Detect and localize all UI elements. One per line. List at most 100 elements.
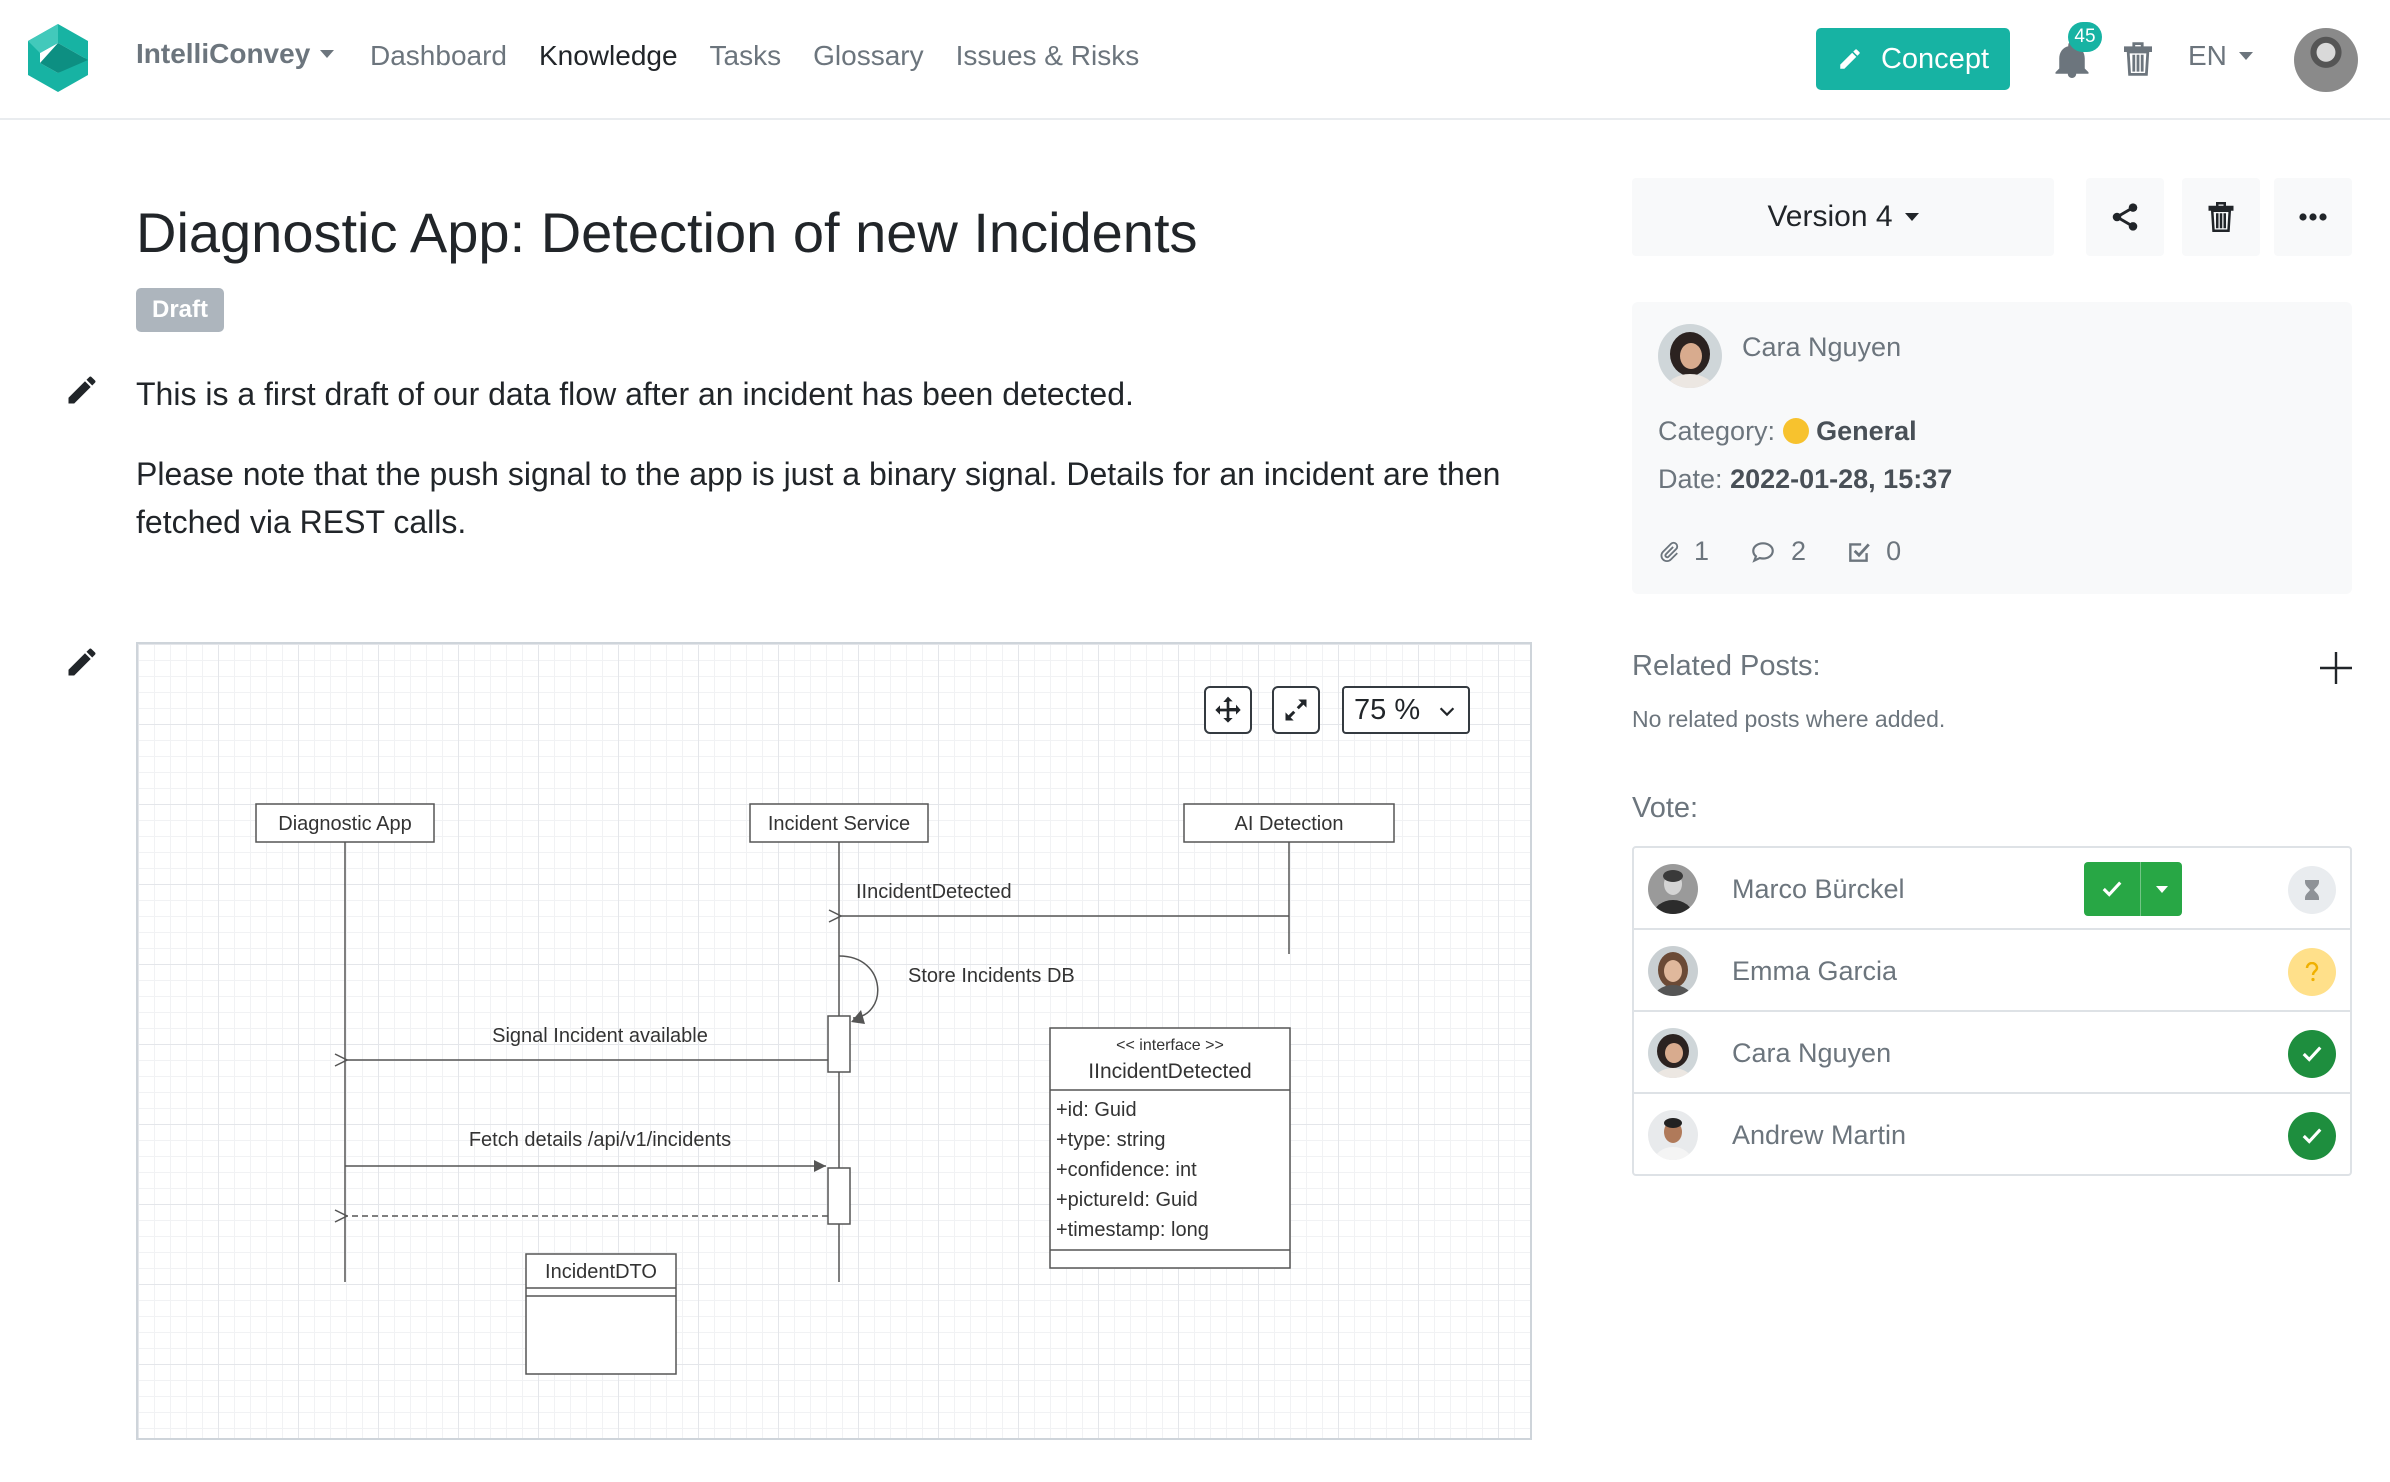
pencil-icon[interactable] (64, 372, 100, 408)
voter-name: Emma Garcia (1732, 956, 1898, 986)
author-avatar[interactable] (1658, 324, 1722, 388)
concept-button[interactable]: Concept (1816, 28, 2010, 90)
svg-text:+id: Guid: +id: Guid (1056, 1099, 1137, 1121)
plus-icon[interactable] (2318, 650, 2354, 686)
svg-text:<< interface >>: << interface >> (1116, 1037, 1224, 1054)
vote-options-toggle[interactable] (2140, 862, 2182, 916)
category-value: General (1816, 416, 1917, 446)
voter-avatar[interactable] (1648, 946, 1698, 996)
description-paragraph: This is a first draft of our data flow a… (136, 376, 1134, 412)
ellipsis-icon (2299, 213, 2327, 221)
more-options-button[interactable] (2274, 178, 2352, 256)
voter-avatar[interactable] (1648, 1028, 1698, 1078)
workspace-switcher[interactable]: IntelliConvey (136, 38, 335, 70)
incident-dto-class[interactable]: IncidentDTO (525, 1253, 677, 1375)
fullscreen-button[interactable] (1272, 686, 1320, 734)
description-paragraph: Please note that the push signal to the … (136, 456, 1501, 540)
smile-emoji-icon (1782, 418, 1809, 444)
status-badge: Draft (136, 288, 225, 332)
nav-dashboard[interactable]: Dashboard (370, 40, 507, 72)
vote-row: Andrew Martin (1634, 1094, 2350, 1174)
trash-icon[interactable] (2124, 42, 2152, 76)
message-store-incidents[interactable]: Store Incidents DB (838, 955, 1075, 1024)
lifeline-label: Incident Service (768, 813, 910, 835)
version-dropdown[interactable]: Version 4 (1632, 178, 2054, 256)
question-icon (2305, 962, 2319, 982)
message-signal-incident[interactable]: Signal Incident available (347, 1025, 828, 1060)
voter-name: Cara Nguyen (1732, 1038, 1892, 1068)
author-name[interactable]: Cara Nguyen (1742, 332, 1901, 363)
uml-drawing: Diagnostic App Incident Service AI Detec… (255, 803, 1395, 1375)
trash-icon (2208, 202, 2234, 232)
chevron-down-icon (2155, 885, 2168, 893)
nav-issues-risks[interactable]: Issues & Risks (956, 40, 1140, 72)
related-posts-empty: No related posts where added. (1632, 706, 1946, 732)
zoom-select[interactable]: 75 % (1342, 686, 1470, 734)
top-navbar: IntelliConvey Dashboard Knowledge Tasks … (0, 0, 2390, 120)
category-line: Category: General (1658, 416, 1917, 446)
vote-status-approved (2288, 1112, 2336, 1160)
pan-button[interactable] (1204, 686, 1252, 734)
move-icon (1215, 696, 1241, 723)
svg-text:IncidentDTO: IncidentDTO (545, 1261, 657, 1283)
sequence-diagram[interactable]: Diagnostic App Incident Service AI Detec… (136, 642, 1532, 1440)
lifeline-label: Diagnostic App (278, 813, 411, 835)
concept-label: Concept (1880, 42, 1989, 75)
message-fetch-details[interactable]: Fetch details /api/v1/incidents (345, 1129, 828, 1216)
language-code: EN (2188, 40, 2227, 71)
svg-text:+timestamp: long: +timestamp: long (1056, 1219, 1209, 1241)
check-icon (2102, 881, 2122, 897)
attachments-count[interactable]: 1 (1658, 536, 1709, 567)
chevron-down-icon (2238, 52, 2253, 60)
user-avatar[interactable] (2294, 28, 2358, 92)
checkbox-icon (1849, 542, 1870, 562)
related-posts-label: Related Posts: (1632, 650, 1821, 682)
pencil-icon (1840, 49, 1860, 69)
notification-badge: 45 (2068, 22, 2102, 52)
zoom-value: 75 % (1354, 693, 1421, 726)
share-icon (2112, 203, 2138, 231)
vote-status-unknown (2288, 948, 2336, 996)
voter-name: Andrew Martin (1732, 1120, 1907, 1150)
nav-knowledge[interactable]: Knowledge (539, 40, 678, 72)
vote-list: Marco Bürckel Emma Garcia Cara Nguyen An… (1632, 846, 2352, 1176)
pencil-icon[interactable] (64, 644, 100, 680)
language-selector[interactable]: EN (2188, 40, 2253, 72)
brand-name: IntelliConvey (136, 38, 311, 69)
voter-avatar[interactable] (1648, 864, 1698, 914)
vote-status-approved (2288, 1030, 2336, 1078)
hourglass-icon (2305, 880, 2319, 900)
intelliconvey-logo[interactable] (26, 22, 90, 94)
comments-count[interactable]: 2 (1749, 536, 1806, 567)
tasks-count[interactable]: 0 (1846, 536, 1901, 567)
main-nav: Dashboard Knowledge Tasks Glossary Issue… (370, 40, 1139, 72)
vote-approve-action[interactable] (2084, 862, 2140, 916)
delete-button[interactable] (2182, 178, 2260, 256)
chevron-down-icon (1904, 213, 1919, 221)
date-line: Date: 2022-01-28, 15:37 (1658, 464, 1953, 494)
chevron-down-icon (320, 50, 335, 58)
vote-row: Marco Bürckel (1634, 848, 2350, 930)
interface-class-box[interactable]: << interface >> IIncidentDetected +id: G… (1049, 1027, 1291, 1269)
nav-glossary[interactable]: Glossary (813, 40, 923, 72)
vote-approve-button[interactable] (2084, 862, 2182, 916)
expand-icon (1285, 699, 1307, 721)
date-value: 2022-01-28, 15:37 (1730, 464, 1953, 494)
message-incident-detected[interactable]: IIncidentDetected (841, 881, 1289, 916)
voter-avatar[interactable] (1648, 1110, 1698, 1160)
svg-text:+pictureId: Guid: +pictureId: Guid (1056, 1189, 1198, 1211)
nav-tasks[interactable]: Tasks (710, 40, 782, 72)
lifeline-label: AI Detection (1235, 813, 1344, 835)
chevron-down-icon (1439, 707, 1455, 717)
svg-text:Fetch details /api/v1/incident: Fetch details /api/v1/incidents (469, 1129, 731, 1151)
vote-row: Emma Garcia (1634, 930, 2350, 1012)
vote-status-pending (2288, 866, 2336, 914)
lifeline-diagnostic-app[interactable]: Diagnostic App (255, 803, 435, 1282)
comment-icon (1752, 541, 1774, 563)
lifeline-ai-detection[interactable]: AI Detection (1183, 803, 1395, 954)
svg-text:+type: string: +type: string (1056, 1129, 1166, 1151)
svg-text:IIncidentDetected: IIncidentDetected (1088, 1060, 1251, 1083)
share-button[interactable] (2086, 178, 2164, 256)
activation-bar (827, 1167, 851, 1225)
post-counters: 1 2 0 (1658, 536, 1901, 567)
